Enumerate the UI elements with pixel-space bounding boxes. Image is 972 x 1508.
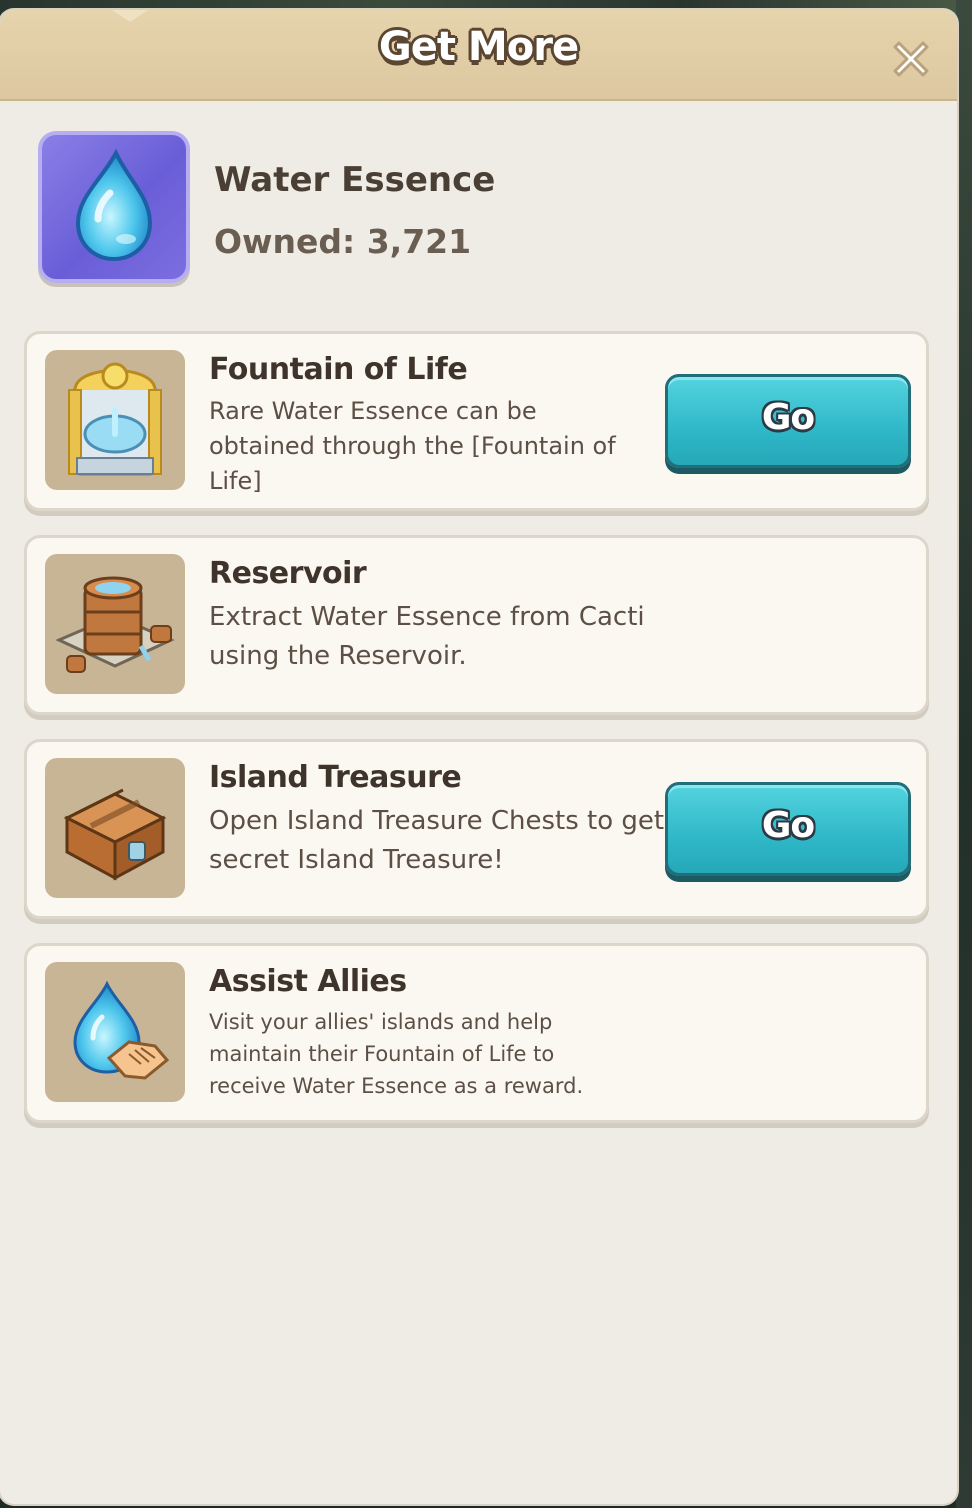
dialog-title: Get More bbox=[378, 24, 579, 70]
source-title: Island Treasure bbox=[209, 760, 462, 795]
source-description: Rare Water Essence can be obtained throu… bbox=[209, 397, 616, 495]
source-description: Extract Water Essence from Cacti using t… bbox=[209, 602, 645, 671]
dialog-header: Get More bbox=[0, 10, 957, 101]
source-description: Visit your allies' islands and help main… bbox=[209, 1010, 584, 1098]
get-more-dialog: Get More Water Essence Owned: 3,721 Foun… bbox=[0, 10, 957, 1504]
treasure-chest-icon bbox=[45, 758, 185, 898]
source-description: Open Island Treasure Chests to get secre… bbox=[209, 806, 665, 875]
background-scene-edge bbox=[956, 0, 972, 1508]
go-button-label: Go bbox=[761, 805, 815, 846]
item-name: Water Essence bbox=[214, 160, 496, 200]
item-owned-count: Owned: 3,721 bbox=[214, 222, 472, 261]
header-notch bbox=[112, 10, 148, 22]
close-icon[interactable] bbox=[886, 34, 936, 84]
source-card-reservoir: Reservoir Extract Water Essence from Cac… bbox=[24, 535, 929, 715]
source-title: Reservoir bbox=[209, 556, 367, 591]
go-button-island-treasure[interactable]: Go bbox=[665, 782, 911, 876]
water-drop-icon bbox=[75, 148, 153, 262]
source-card-island-treasure: Island Treasure Open Island Treasure Che… bbox=[24, 739, 929, 919]
source-title: Assist Allies bbox=[209, 964, 407, 999]
water-essence-item-icon bbox=[38, 131, 190, 283]
fountain-icon bbox=[45, 350, 185, 490]
source-card-assist-allies: Assist Allies Visit your allies' islands… bbox=[24, 943, 929, 1123]
source-card-fountain-of-life: Fountain of Life Rare Water Essence can … bbox=[24, 331, 929, 511]
source-title: Fountain of Life bbox=[209, 352, 468, 387]
reservoir-icon bbox=[45, 554, 185, 694]
go-button-fountain-of-life[interactable]: Go bbox=[665, 374, 911, 468]
water-handshake-icon bbox=[45, 962, 185, 1102]
go-button-label: Go bbox=[761, 397, 815, 438]
